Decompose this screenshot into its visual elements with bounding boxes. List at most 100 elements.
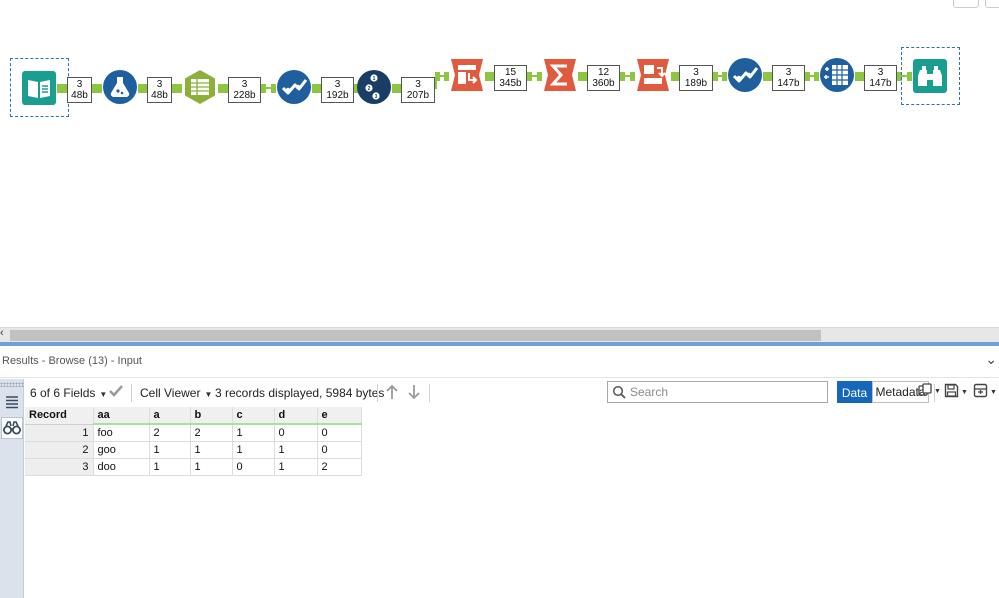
record-count-badge: 3 147b [864, 65, 897, 91]
table-cell[interactable]: doo [93, 458, 150, 476]
connection-anchor[interactable] [713, 71, 718, 81]
svg-text:3: 3 [375, 94, 378, 100]
table-cell[interactable]: 1 [232, 424, 275, 442]
connection-wire[interactable] [435, 75, 437, 89]
numbered-list-icon: 1 2 3 [357, 70, 391, 104]
sigma-icon [544, 59, 576, 91]
scroll-left-icon[interactable]: ‹ [0, 327, 4, 339]
copy-icon [918, 383, 932, 400]
table-row[interactable]: 2 goo 1 1 1 1 0 [25, 441, 362, 459]
record-id-tool[interactable]: 1 2 3 [356, 69, 392, 105]
table-cell[interactable]: 0 [317, 441, 362, 459]
formula-tool[interactable] [102, 69, 138, 105]
connection-anchor[interactable] [620, 71, 625, 81]
cell-viewer-dropdown[interactable]: Cell Viewer ▼ [140, 386, 212, 400]
binoculars-icon [913, 59, 947, 93]
table-cell[interactable]: 1 [190, 441, 233, 459]
table-cell[interactable]: 1 [149, 458, 191, 476]
fields-dropdown[interactable]: 6 of 6 Fields ▼ [30, 386, 107, 400]
table-cell[interactable]: 1 [274, 441, 318, 459]
layout-dropdown[interactable]: ▼ [973, 383, 997, 401]
table-cell[interactable]: 2 [190, 424, 233, 442]
table-row[interactable]: 3 doo 1 1 0 1 2 [25, 458, 362, 476]
table-row[interactable]: 1 foo 2 2 1 0 0 [25, 424, 362, 442]
column-header[interactable]: aa [93, 407, 150, 425]
horizontal-scrollbar[interactable]: ‹ [0, 327, 999, 342]
save-dropdown[interactable]: ▼ [944, 383, 968, 401]
table-columns-icon [185, 70, 215, 104]
record-count-badge: 3 192b [321, 77, 354, 103]
caret-down-icon: ▼ [99, 390, 108, 399]
binoculars-icon[interactable] [1, 417, 23, 439]
browse-tool[interactable] [912, 58, 948, 94]
arrow-down-icon[interactable] [407, 384, 421, 403]
table-cell[interactable]: 1 [232, 441, 275, 459]
checkmark-icon [728, 58, 762, 92]
workflow-canvas[interactable]: 1 2 3 3 48b 3 48b 3 228b 3 192b 3 207b 1… [0, 0, 999, 327]
select-tool-2[interactable] [727, 57, 763, 93]
column-header[interactable]: b [190, 407, 233, 425]
results-toolbar: 6 of 6 Fields ▼ Cell Viewer ▼ 3 records di… [25, 379, 999, 407]
check-icon[interactable] [108, 384, 124, 401]
connection-anchor[interactable] [527, 71, 532, 81]
flask-icon [103, 70, 137, 104]
record-count-badge: 15 345b [494, 65, 527, 91]
table-cell[interactable]: 1 [149, 441, 191, 459]
connection-anchor[interactable] [805, 71, 810, 81]
caret-down-icon: ▼ [934, 388, 941, 395]
summarize-tool[interactable] [542, 57, 578, 93]
column-header[interactable]: a [149, 407, 191, 425]
canvas-corner-button-2[interactable] [985, 0, 999, 8]
table-cell[interactable]: 0 [232, 458, 275, 476]
svg-text:1: 1 [373, 76, 376, 82]
record-count-badge: 3 228b [228, 77, 261, 103]
results-grid-area: Record aa a b c d e 1 foo 2 2 1 0 0 2 go… [25, 407, 999, 598]
search-box[interactable] [607, 381, 828, 403]
record-count-badge: 3 189b [679, 65, 713, 91]
chevron-down-icon[interactable]: ⌄ [985, 351, 997, 368]
caret-down-icon: ▼ [204, 390, 213, 399]
results-table: Record aa a b c d e 1 foo 2 2 1 0 0 2 go… [25, 407, 362, 476]
table-cell[interactable]: goo [93, 441, 150, 459]
table-cell[interactable]: 0 [317, 424, 362, 442]
scrollbar-thumb[interactable] [10, 330, 821, 341]
record-count-badge: 3 147b [772, 65, 805, 91]
canvas-corner-button[interactable] [953, 0, 979, 8]
table-cell[interactable]: 0 [274, 424, 318, 442]
copy-dropdown[interactable]: ▼ [918, 383, 941, 400]
table-cell[interactable]: 1 [274, 458, 318, 476]
rail-grip[interactable] [0, 382, 24, 387]
records-info: 3 records displayed, 5984 bytes [215, 386, 385, 400]
record-count-badge: 3 48b [67, 77, 92, 103]
results-title: Results - Browse (13) - Input [2, 355, 142, 367]
cell-viewer-label: Cell Viewer [140, 386, 201, 400]
transpose-icon [451, 59, 483, 91]
table-cell[interactable]: 2 [317, 458, 362, 476]
arrow-up-icon[interactable] [385, 384, 399, 403]
list-view-icon[interactable] [1, 391, 23, 413]
record-count-badge: 12 360b [587, 65, 620, 91]
record-number: 3 [25, 458, 94, 476]
column-header[interactable]: c [232, 407, 275, 425]
results-header: Results - Browse (13) - Input ⌄ [0, 346, 999, 378]
select-tool[interactable] [276, 69, 312, 105]
transpose-tool[interactable] [449, 57, 485, 93]
table-cell[interactable]: 2 [149, 424, 191, 442]
connection-anchor[interactable] [261, 83, 266, 93]
table-cell[interactable]: 1 [190, 458, 233, 476]
panel-layout-icon [973, 383, 988, 401]
text-to-columns-tool[interactable] [182, 69, 218, 105]
save-icon [944, 383, 959, 401]
caret-down-icon: ▼ [990, 388, 997, 396]
table-cell[interactable]: foo [93, 424, 150, 442]
column-header[interactable]: e [317, 407, 362, 425]
record-count-badge: 3 48b [147, 77, 172, 103]
toolbar-divider [429, 384, 430, 402]
column-header[interactable]: d [274, 407, 318, 425]
column-header-record[interactable]: Record [25, 407, 94, 425]
search-input[interactable] [630, 384, 820, 400]
multi-field-formula-tool[interactable] [819, 57, 855, 93]
tab-data[interactable]: Data [837, 381, 872, 403]
cross-tab-tool[interactable] [635, 57, 671, 93]
input-data-tool[interactable] [21, 70, 57, 106]
